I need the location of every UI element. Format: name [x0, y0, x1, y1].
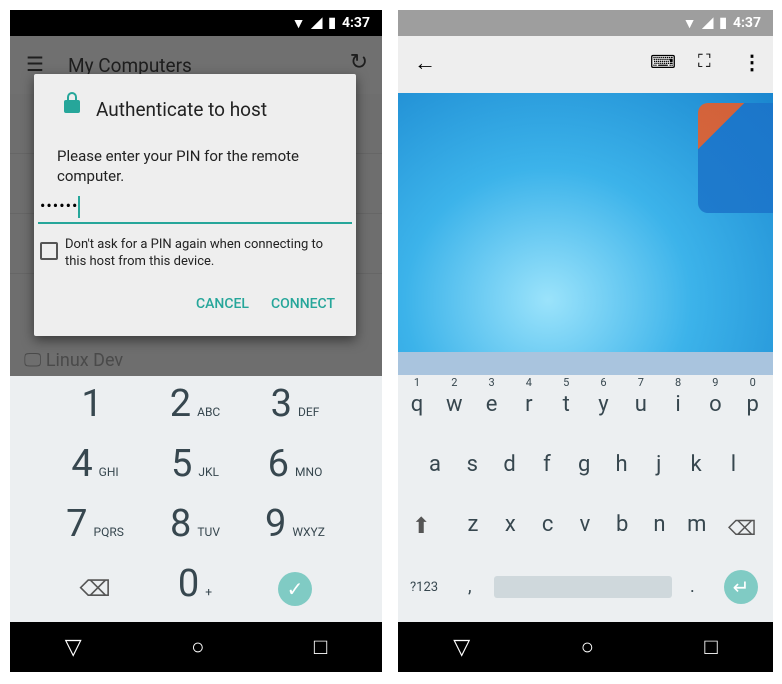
key[interactable]: 5t	[551, 376, 581, 417]
status-bar: ▼ ◢ ▮ 4:37	[398, 10, 773, 36]
toolbar: ← ⌨ ⛶ ⋮	[398, 36, 773, 93]
back-icon[interactable]: ▽	[453, 635, 470, 660]
keypad-key[interactable]: 1	[40, 382, 150, 426]
taskbar[interactable]	[398, 352, 773, 375]
dialog-message: Please enter your PIN for the remote com…	[57, 147, 300, 185]
connect-button[interactable]: CONNECT	[271, 296, 335, 312]
nav-bar: ▽ ○ □	[398, 622, 773, 672]
wifi-icon: ▼	[682, 15, 697, 32]
key[interactable]: 3e	[477, 376, 507, 417]
cancel-button[interactable]: CANCEL	[196, 296, 249, 312]
left-phone: ▼ ◢ ▮ 4:37 ☰ My Computers ↻ 🖵 Linux Dev Aut…	[10, 10, 382, 672]
key[interactable]: s	[457, 452, 487, 477]
key[interactable]: g	[569, 452, 599, 477]
shift-icon[interactable]: ⬆	[412, 514, 430, 539]
home-icon[interactable]: ○	[191, 634, 204, 660]
key[interactable]: 8i	[663, 376, 693, 417]
signal-icon: ◢	[311, 15, 323, 31]
clock: 4:37	[732, 15, 761, 31]
back-arrow-icon[interactable]: ←	[414, 50, 436, 76]
keypad-key[interactable]: 0 +	[140, 562, 250, 606]
key[interactable]: x	[495, 512, 525, 537]
key[interactable]: v	[570, 512, 600, 537]
key[interactable]: f	[532, 452, 562, 477]
key[interactable]: l	[718, 452, 748, 477]
home-icon[interactable]: ○	[581, 634, 594, 660]
battery-icon: ▮	[328, 15, 336, 31]
key[interactable]: a	[420, 452, 450, 477]
key[interactable]: n	[645, 512, 675, 537]
key[interactable]: c	[533, 512, 563, 537]
more-vert-icon[interactable]: ⋮	[742, 50, 762, 74]
wifi-icon: ▼	[291, 15, 306, 32]
symbols-key[interactable]: ?123	[410, 580, 438, 595]
keypad-key[interactable]: 3 DEF	[240, 382, 350, 426]
key[interactable]: 7u	[626, 376, 656, 417]
lock-icon	[64, 92, 80, 113]
key[interactable]: j	[644, 452, 674, 477]
keypad-key[interactable]: 2 ABC	[140, 382, 250, 426]
key[interactable]: 6y	[589, 376, 619, 417]
signal-icon: ◢	[702, 15, 714, 31]
clock: 4:37	[341, 15, 370, 31]
keypad-key[interactable]: 7 PQRS	[40, 502, 150, 546]
key[interactable]: 1q	[402, 376, 432, 417]
key[interactable]: z	[458, 512, 488, 537]
enter-icon[interactable]: ↵	[724, 570, 758, 604]
list-item[interactable]: 🖵 Linux Dev	[24, 350, 123, 371]
key[interactable]: 2w	[439, 376, 469, 417]
nav-bar: ▽ ○ □	[10, 622, 382, 672]
refresh-icon[interactable]: ↻	[350, 50, 368, 75]
monitor-icon: 🖵	[24, 350, 42, 371]
key[interactable]: 0p	[738, 376, 768, 417]
key[interactable]: d	[495, 452, 525, 477]
recents-icon[interactable]: □	[704, 634, 717, 660]
right-phone: ▼ ◢ ▮ 4:37 ← ⌨ ⛶ ⋮ 1q2w3e4r5t6y7u8i9o0p asdf…	[398, 10, 773, 672]
auth-dialog: Authenticate to host Please enter your P…	[34, 74, 356, 336]
keypad-key[interactable]: 8 TUV	[140, 502, 250, 546]
key[interactable]: m	[682, 512, 712, 537]
keypad-key[interactable]: 9 WXYZ	[240, 502, 350, 546]
fullscreen-icon[interactable]: ⛶	[698, 51, 711, 72]
recents-icon[interactable]: □	[314, 634, 327, 660]
battery-icon: ▮	[719, 15, 727, 31]
keypad-key[interactable]: 4 GHI	[40, 442, 150, 486]
remote-desktop[interactable]	[398, 93, 773, 352]
period-key[interactable]: .	[690, 576, 695, 597]
key[interactable]: 4r	[514, 376, 544, 417]
checkbox-label: Don't ask for a PIN again when connectin…	[65, 237, 324, 269]
key[interactable]: k	[681, 452, 711, 477]
dont-ask-checkbox[interactable]	[40, 242, 58, 260]
keypad-key[interactable]: ✓	[240, 562, 350, 606]
back-icon[interactable]: ▽	[65, 635, 82, 660]
windows-logo	[698, 103, 773, 213]
backspace-icon[interactable]: ⌫	[728, 516, 756, 540]
pin-input[interactable]: ••••••	[38, 196, 352, 224]
key[interactable]: h	[607, 452, 637, 477]
key[interactable]: b	[607, 512, 637, 537]
status-bar: ▼ ◢ ▮ 4:37	[10, 10, 382, 36]
key[interactable]: 9o	[700, 376, 730, 417]
keypad-key[interactable]: ⌫	[40, 562, 150, 606]
space-bar[interactable]	[494, 576, 672, 598]
keypad-key[interactable]: 5 JKL	[140, 442, 250, 486]
comma-key[interactable]: ,	[468, 576, 472, 597]
keyboard-icon[interactable]: ⌨	[650, 52, 676, 73]
menu-icon[interactable]: ☰	[26, 52, 44, 76]
list-item-label: Linux Dev	[45, 350, 124, 371]
dialog-title: Authenticate to host	[96, 98, 268, 121]
keypad-key[interactable]: 6 MNO	[240, 442, 350, 486]
